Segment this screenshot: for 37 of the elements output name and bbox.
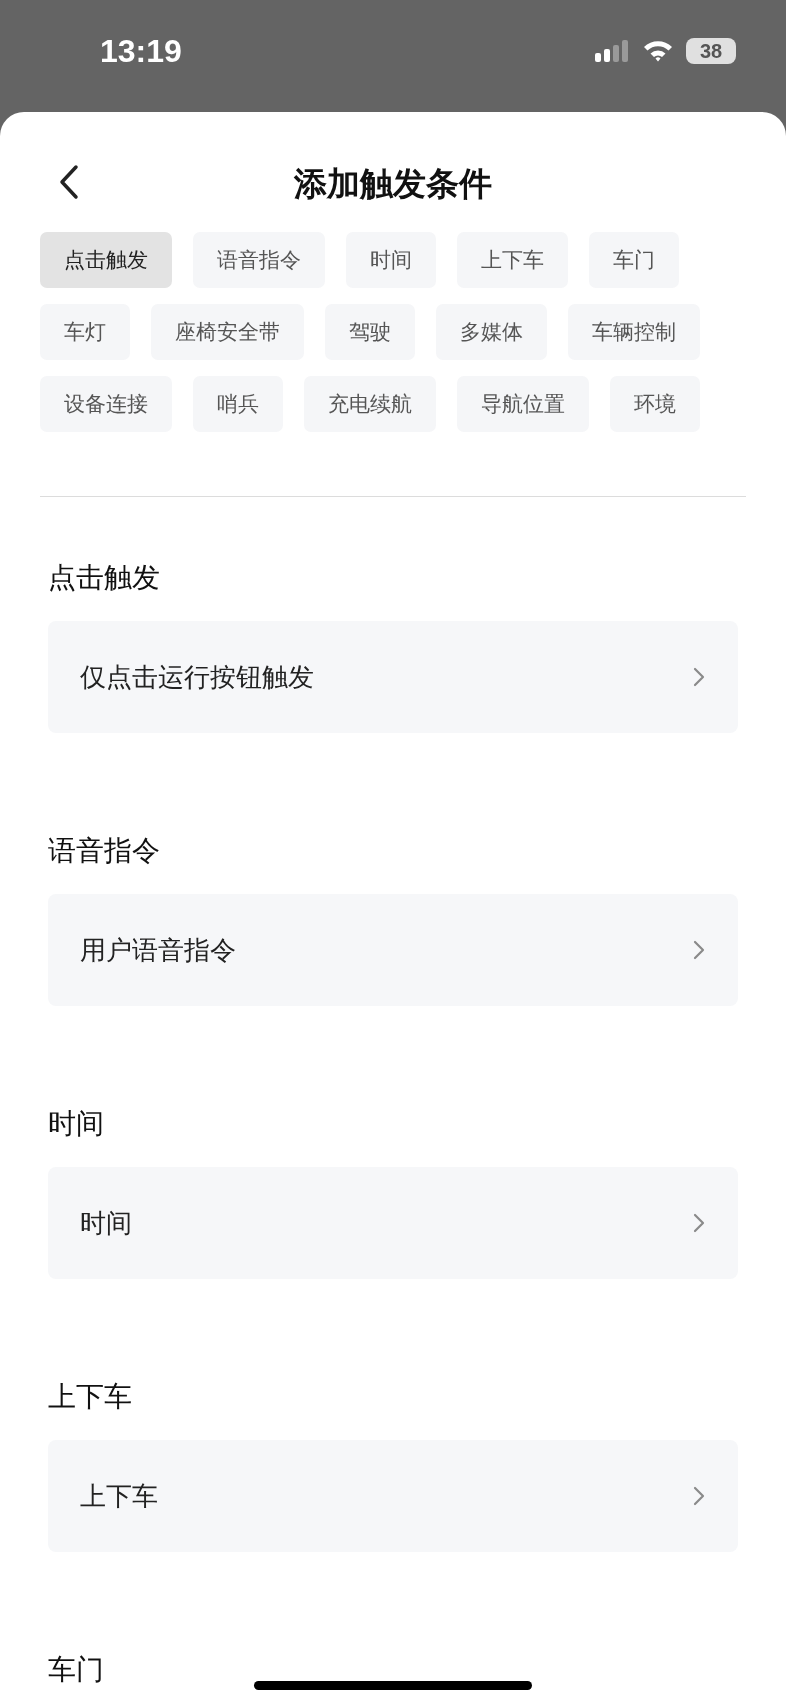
trigger-label: 仅点击运行按钮触发 — [80, 660, 314, 694]
signal-icon — [594, 39, 630, 63]
trigger-row[interactable]: 时间 — [48, 1167, 738, 1279]
wifi-icon — [642, 39, 674, 63]
trigger-label: 用户语音指令 — [80, 933, 236, 967]
category-chip[interactable]: 导航位置 — [457, 376, 589, 432]
category-chip[interactable]: 设备连接 — [40, 376, 172, 432]
section-title: 时间 — [48, 1106, 104, 1142]
section-title: 车门 — [48, 1652, 104, 1688]
status-time: 13:19 — [100, 32, 182, 70]
trigger-label: 上下车 — [80, 1479, 158, 1513]
category-chip[interactable]: 时间 — [346, 232, 436, 288]
page-title: 添加触发条件 — [294, 162, 492, 205]
battery-icon: 38 — [686, 38, 736, 64]
chevron-right-icon — [692, 939, 706, 961]
category-chip[interactable]: 车辆控制 — [568, 304, 700, 360]
category-chip[interactable]: 上下车 — [457, 232, 568, 288]
trigger-row[interactable]: 用户语音指令 — [48, 894, 738, 1006]
chevron-right-icon — [692, 1485, 706, 1507]
section-title: 语音指令 — [48, 833, 160, 869]
trigger-row[interactable]: 上下车 — [48, 1440, 738, 1552]
category-chip[interactable]: 驾驶 — [325, 304, 415, 360]
trigger-label: 时间 — [80, 1206, 132, 1240]
section-title: 点击触发 — [48, 560, 160, 596]
trigger-row[interactable]: 仅点击运行按钮触发 — [48, 621, 738, 733]
chevron-right-icon — [692, 1212, 706, 1234]
category-chip[interactable]: 语音指令 — [193, 232, 325, 288]
chevron-right-icon — [692, 666, 706, 688]
category-chip[interactable]: 车门 — [589, 232, 679, 288]
category-chip[interactable]: 座椅安全带 — [151, 304, 304, 360]
category-chip[interactable]: 点击触发 — [40, 232, 172, 288]
category-chip[interactable]: 哨兵 — [193, 376, 283, 432]
category-chip[interactable]: 多媒体 — [436, 304, 547, 360]
category-chip[interactable]: 环境 — [610, 376, 700, 432]
category-chip[interactable]: 充电续航 — [304, 376, 436, 432]
section-title: 上下车 — [48, 1379, 132, 1415]
category-chip[interactable]: 车灯 — [40, 304, 130, 360]
